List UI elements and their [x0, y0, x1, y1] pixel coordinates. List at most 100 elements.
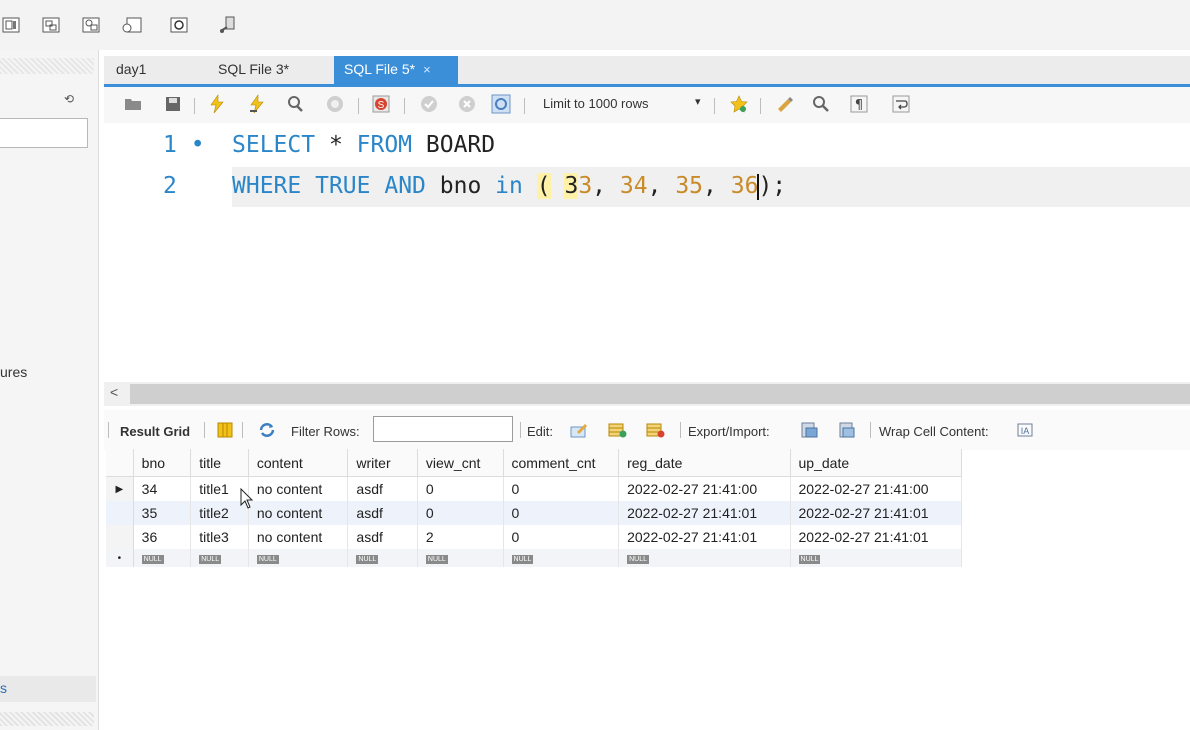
- limit-rows-select[interactable]: Limit to 1000 rows: [543, 96, 649, 111]
- execute-current-icon[interactable]: [246, 93, 268, 115]
- code-line-1-text[interactable]: SELECT * FROM BOARD: [232, 126, 495, 164]
- find-icon[interactable]: [810, 93, 832, 115]
- table-cell[interactable]: 2022-02-27 21:41:01: [790, 525, 963, 549]
- explain-icon[interactable]: [284, 93, 306, 115]
- column-header[interactable]: up_date: [790, 449, 963, 477]
- column-header[interactable]: view_cnt: [417, 449, 504, 477]
- null-cell[interactable]: NULL: [133, 549, 192, 567]
- editor-toolbar: S Limit to 1000 rows ▾ ¶: [104, 87, 1190, 123]
- null-cell[interactable]: NULL: [503, 549, 620, 567]
- navigator-filter-input[interactable]: [0, 118, 88, 148]
- new-row-marker[interactable]: •: [106, 549, 134, 567]
- main-toolbar: [0, 0, 1190, 50]
- null-cell[interactable]: NULL: [190, 549, 249, 567]
- import-icon[interactable]: [836, 419, 858, 441]
- reconnect-icon[interactable]: [216, 14, 240, 36]
- table-row[interactable]: 36 title3 no content asdf 2 0 2022-02-27…: [106, 525, 963, 549]
- table-cell[interactable]: asdf: [347, 525, 418, 549]
- table-cell[interactable]: no content: [248, 476, 349, 501]
- table-cell[interactable]: 0: [417, 476, 504, 501]
- column-header[interactable]: title: [190, 449, 249, 477]
- wrap-cell-icon[interactable]: IA: [1014, 419, 1036, 441]
- execute-icon[interactable]: [206, 93, 228, 115]
- navigator-tab-partial[interactable]: s: [0, 680, 7, 696]
- current-row-marker[interactable]: ▶: [106, 476, 134, 501]
- filter-rows-input[interactable]: [373, 416, 513, 442]
- column-header[interactable]: writer: [347, 449, 418, 477]
- table-cell[interactable]: 2022-02-27 21:41:01: [618, 501, 791, 525]
- search-table-data-icon[interactable]: [168, 14, 192, 36]
- null-cell[interactable]: NULL: [618, 549, 791, 567]
- table-cell[interactable]: 0: [417, 501, 504, 525]
- delete-row-icon[interactable]: [644, 419, 666, 441]
- table-cell[interactable]: 2022-02-27 21:41:00: [790, 476, 963, 501]
- sql-keyword: in: [495, 173, 523, 199]
- sql-star: *: [315, 132, 357, 158]
- toggle-error-icon[interactable]: S: [370, 93, 392, 115]
- tab-sql-file-5[interactable]: SQL File 5* ×: [334, 56, 458, 84]
- column-header[interactable]: reg_date: [618, 449, 791, 477]
- row-selector-header[interactable]: [106, 449, 134, 477]
- commit-icon[interactable]: [418, 93, 440, 115]
- code-line-2-text[interactable]: WHERE TRUE AND bno in ( 33, 34, 35, 36);: [232, 167, 786, 205]
- navigator-panel: [0, 50, 99, 730]
- table-cell[interactable]: 36: [133, 525, 192, 549]
- create-table-icon[interactable]: [120, 14, 144, 36]
- table-cell[interactable]: 2022-02-27 21:41:00: [618, 476, 791, 501]
- sql-identifier: BOARD: [412, 132, 496, 158]
- table-cell[interactable]: asdf: [347, 501, 418, 525]
- null-badge: NULL: [256, 554, 279, 564]
- refresh-icon[interactable]: [256, 419, 278, 441]
- chevron-down-icon[interactable]: ▾: [695, 95, 701, 108]
- open-file-icon[interactable]: [122, 93, 144, 115]
- column-header[interactable]: content: [248, 449, 349, 477]
- wrap-icon[interactable]: [890, 93, 912, 115]
- column-header[interactable]: comment_cnt: [503, 449, 620, 477]
- table-cell[interactable]: no content: [248, 525, 349, 549]
- edit-row-icon[interactable]: [568, 419, 590, 441]
- scroll-left-button[interactable]: <: [110, 384, 118, 400]
- table-cell[interactable]: 2022-02-27 21:41:01: [790, 501, 963, 525]
- stop-icon[interactable]: [324, 93, 346, 115]
- rollback-icon[interactable]: [456, 93, 478, 115]
- table-cell[interactable]: 2022-02-27 21:41:01: [618, 525, 791, 549]
- row-selector[interactable]: [106, 501, 134, 525]
- null-cell[interactable]: NULL: [790, 549, 963, 567]
- new-row[interactable]: • NULL NULL NULL NULL NULL NULL NULL NUL…: [106, 549, 963, 567]
- null-cell[interactable]: NULL: [248, 549, 349, 567]
- table-cell[interactable]: asdf: [347, 476, 418, 501]
- export-icon[interactable]: [798, 419, 820, 441]
- null-cell[interactable]: NULL: [347, 549, 418, 567]
- result-grid-label[interactable]: Result Grid: [120, 424, 190, 439]
- new-sql-tab-icon[interactable]: [0, 14, 24, 36]
- open-sql-script-icon[interactable]: [40, 14, 64, 36]
- navigator-item-partial[interactable]: ures: [0, 364, 27, 380]
- save-icon[interactable]: [162, 93, 184, 115]
- null-badge: NULL: [425, 554, 448, 564]
- table-cell[interactable]: 0: [503, 525, 620, 549]
- tab-sql-file-3[interactable]: SQL File 3*: [208, 56, 299, 84]
- create-schema-icon[interactable]: [80, 14, 104, 36]
- table-row[interactable]: 35 title2 no content asdf 0 0 2022-02-27…: [106, 501, 963, 525]
- table-cell[interactable]: 34: [133, 476, 192, 501]
- table-cell[interactable]: title3: [190, 525, 249, 549]
- table-cell[interactable]: 35: [133, 501, 192, 525]
- bookmark-icon[interactable]: [728, 93, 750, 115]
- add-row-icon[interactable]: [606, 419, 628, 441]
- table-cell[interactable]: 2: [417, 525, 504, 549]
- invisibles-icon[interactable]: ¶: [848, 93, 870, 115]
- grid-layout-icon[interactable]: [214, 419, 236, 441]
- beautify-icon[interactable]: [774, 93, 796, 115]
- tab-day1[interactable]: day1: [106, 56, 156, 84]
- table-row[interactable]: ▶ 34 title1 no content asdf 0 0 2022-02-…: [106, 476, 963, 501]
- table-cell[interactable]: no content: [248, 501, 349, 525]
- table-cell[interactable]: 0: [503, 476, 620, 501]
- close-tab-icon[interactable]: ×: [423, 62, 431, 77]
- null-cell[interactable]: NULL: [417, 549, 504, 567]
- column-header[interactable]: bno: [133, 449, 192, 477]
- scrollbar-thumb[interactable]: [130, 384, 1190, 404]
- autocommit-icon[interactable]: [490, 93, 512, 115]
- table-cell[interactable]: 0: [503, 501, 620, 525]
- row-selector[interactable]: [106, 525, 134, 549]
- refresh-icon[interactable]: ⟲: [64, 92, 74, 106]
